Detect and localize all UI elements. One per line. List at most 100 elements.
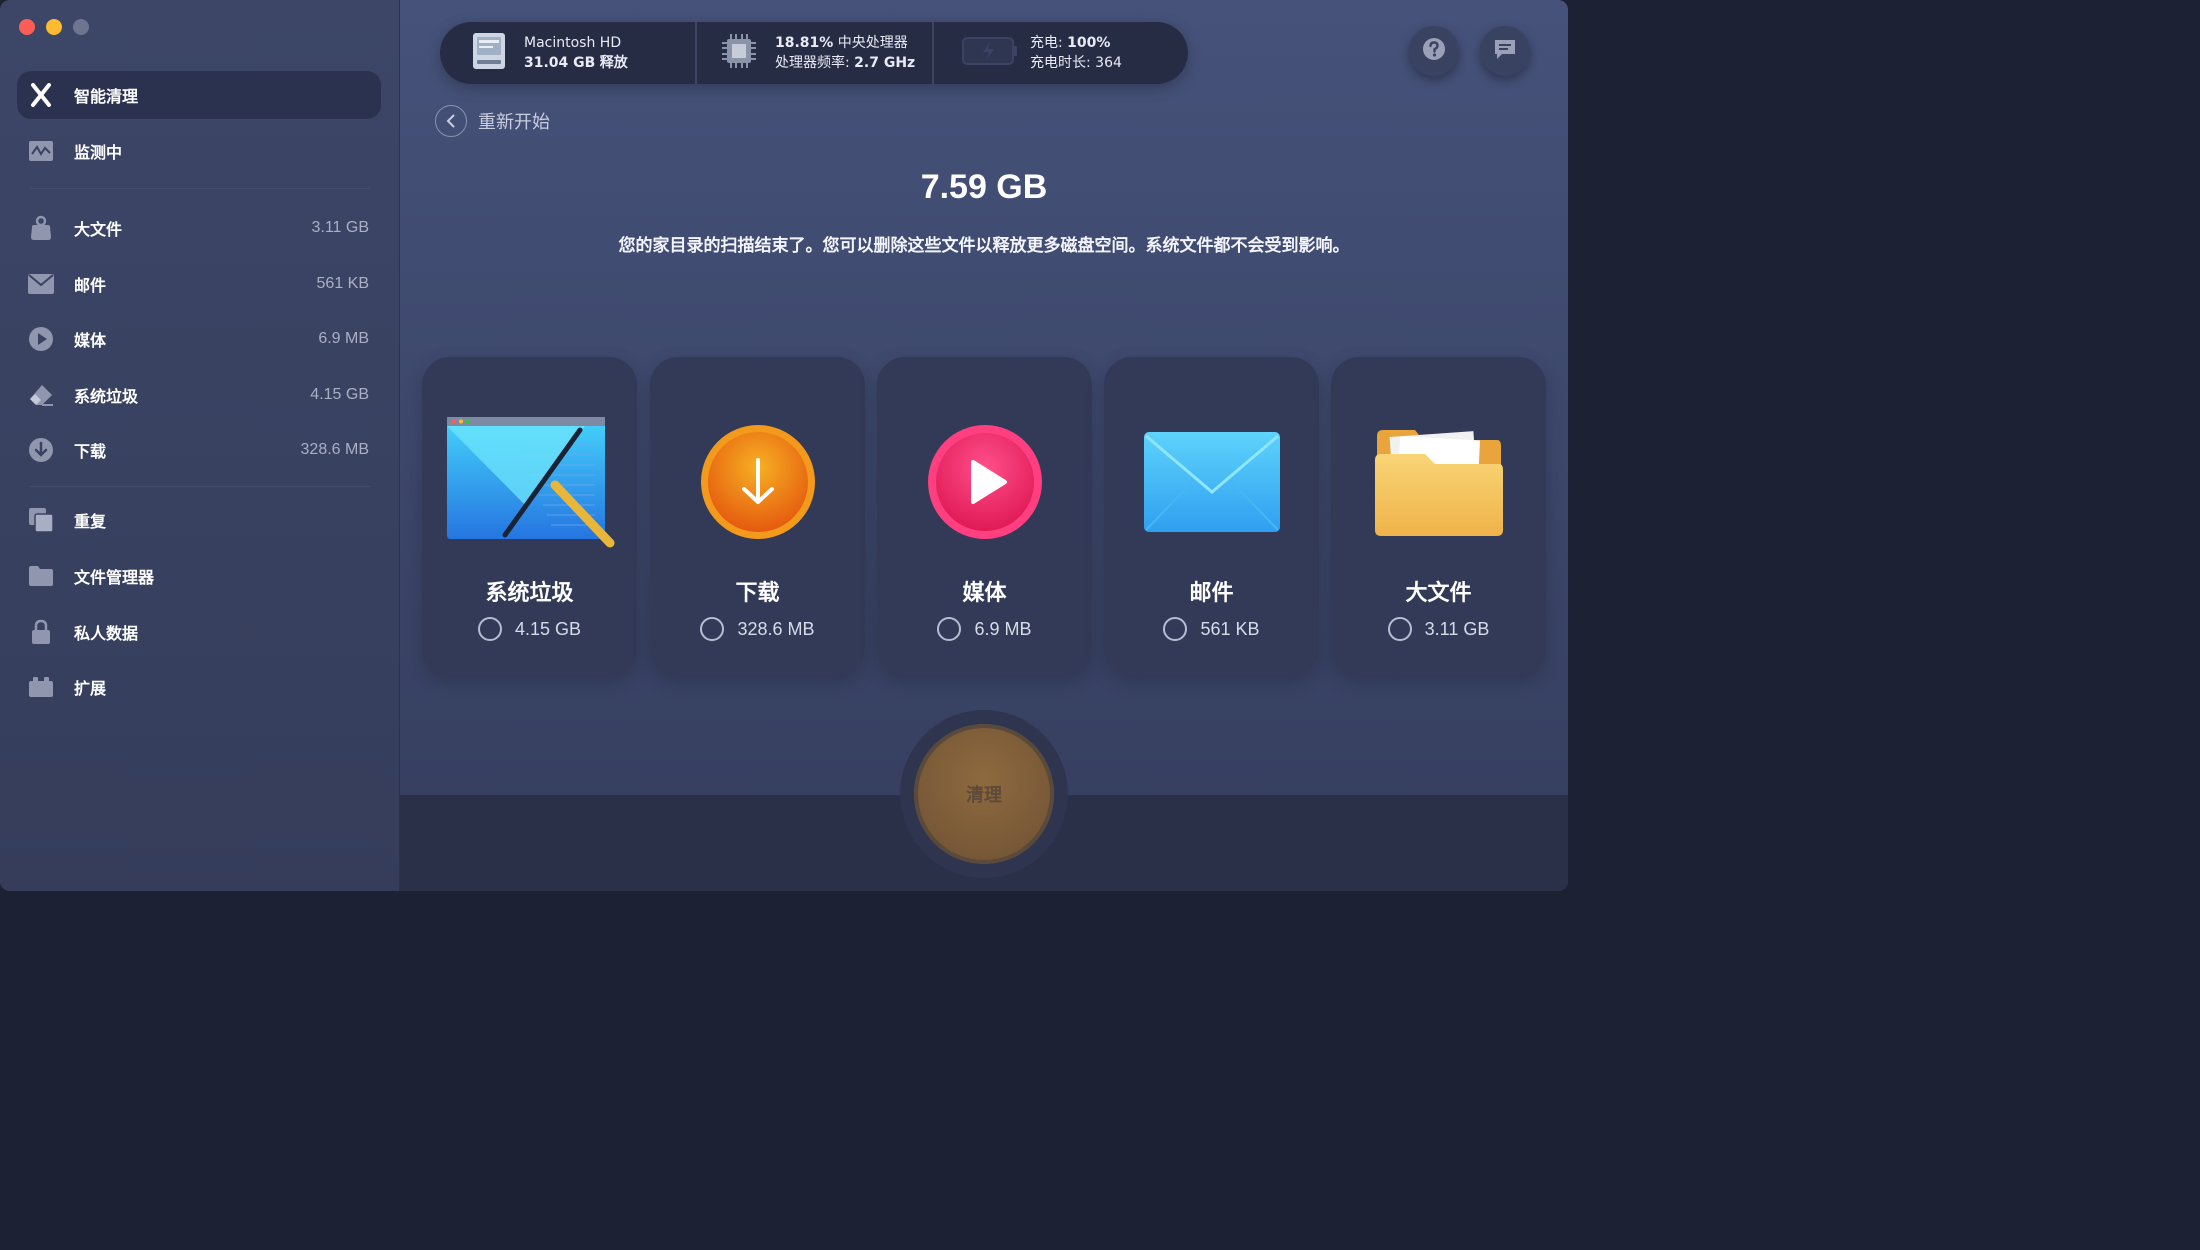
battery-charge-label: 充电: bbox=[1030, 35, 1063, 51]
card-title: 媒体 bbox=[962, 581, 1007, 606]
card-title: 邮件 bbox=[1189, 581, 1234, 606]
main-panel: Macintosh HD 31.04 GB 释放 18.81% 中央处理器 处理… bbox=[400, 0, 1568, 891]
sidebar-item-size: 3.11 GB bbox=[311, 219, 369, 236]
sidebar-item-monitoring[interactable]: 监测中 bbox=[17, 127, 381, 175]
eraser-icon bbox=[28, 382, 54, 408]
select-checkbox[interactable] bbox=[937, 617, 962, 641]
sidebar-item-smart-clean[interactable]: 智能清理 bbox=[17, 71, 381, 119]
sidebar-item-file-manager[interactable]: 文件管理器 bbox=[17, 552, 381, 600]
cpu-usage-label: 中央处理器 bbox=[837, 35, 908, 51]
sidebar-item-label: 系统垃圾 bbox=[74, 387, 139, 406]
play-icon bbox=[28, 326, 54, 352]
category-card-system-junk[interactable]: 系统垃圾 4.15 GB bbox=[422, 357, 637, 676]
restart-link[interactable]: 重新开始 bbox=[435, 105, 550, 137]
help-button[interactable] bbox=[1409, 26, 1459, 76]
cpu-freq-value: 2.7 GHz bbox=[854, 55, 916, 71]
card-title: 系统垃圾 bbox=[485, 581, 574, 606]
card-size: 3.11 GB bbox=[1424, 618, 1490, 639]
sidebar-item-label: 智能清理 bbox=[74, 87, 139, 106]
cpu-chip-icon bbox=[721, 33, 757, 73]
clean-button[interactable]: 清理 bbox=[914, 724, 1054, 864]
sidebar-item-label: 文件管理器 bbox=[74, 568, 155, 587]
question-icon bbox=[1422, 37, 1446, 65]
card-size: 6.9 MB bbox=[974, 618, 1032, 639]
minimize-window-button[interactable] bbox=[46, 19, 62, 35]
sidebar-item-label: 邮件 bbox=[74, 276, 107, 295]
sidebar-item-duplicates[interactable]: 重复 bbox=[17, 496, 381, 544]
select-checkbox[interactable] bbox=[1387, 617, 1412, 641]
sidebar-item-large-files[interactable]: 大文件 3.11 GB bbox=[17, 204, 381, 252]
sidebar-item-size: 328.6 MB bbox=[300, 441, 369, 458]
chat-bubble-icon bbox=[1493, 38, 1517, 64]
disk-name: Macintosh HD bbox=[524, 35, 622, 51]
select-checkbox[interactable] bbox=[1163, 617, 1188, 641]
battery-icon bbox=[962, 34, 1018, 72]
battery-time-value: 364 bbox=[1095, 55, 1122, 71]
system-status-bar: Macintosh HD 31.04 GB 释放 18.81% 中央处理器 处理… bbox=[440, 22, 1188, 84]
zoom-window-button[interactable] bbox=[73, 19, 89, 35]
sidebar-item-mail[interactable]: 邮件 561 KB bbox=[17, 260, 381, 308]
cpu-usage-value: 18.81% bbox=[775, 35, 834, 51]
disk-status[interactable]: Macintosh HD 31.04 GB 释放 bbox=[440, 22, 695, 84]
close-window-button[interactable] bbox=[19, 19, 35, 35]
scan-description: 您的家目录的扫描结束了。您可以删除这些文件以释放更多磁盘空间。系统文件都不会受到… bbox=[618, 236, 1350, 256]
folder-icon bbox=[28, 563, 54, 589]
sidebar-item-private-data[interactable]: 私人数据 bbox=[17, 608, 381, 656]
category-card-large-files[interactable]: 大文件 3.11 GB bbox=[1331, 357, 1546, 676]
battery-time-label: 充电时长: bbox=[1030, 55, 1091, 71]
x-logo-icon bbox=[28, 82, 54, 108]
select-checkbox[interactable] bbox=[700, 617, 725, 641]
download-icon bbox=[28, 437, 54, 463]
sidebar-item-extensions[interactable]: 扩展 bbox=[17, 663, 381, 711]
sidebar-item-label: 大文件 bbox=[74, 220, 123, 239]
battery-charge-value: 100% bbox=[1067, 35, 1111, 51]
sidebar-item-size: 561 KB bbox=[316, 275, 369, 292]
feedback-button[interactable] bbox=[1480, 26, 1530, 76]
card-size: 328.6 MB bbox=[737, 618, 815, 639]
restart-label: 重新开始 bbox=[478, 112, 550, 133]
mail-envelope-icon bbox=[1104, 407, 1319, 557]
app-window: 智能清理 监测中 大文件 3.11 GB 邮件 561 KB 媒体 6.9 MB… bbox=[0, 0, 1568, 891]
duplicate-icon bbox=[28, 507, 54, 533]
disk-free-label: 释放 bbox=[599, 55, 628, 71]
sidebar-item-label: 监测中 bbox=[74, 143, 123, 162]
sidebar: 智能清理 监测中 大文件 3.11 GB 邮件 561 KB 媒体 6.9 MB… bbox=[0, 0, 400, 891]
total-size: 7.59 GB bbox=[920, 168, 1048, 206]
weight-icon bbox=[28, 215, 54, 241]
category-card-mail[interactable]: 邮件 561 KB bbox=[1104, 357, 1319, 676]
sidebar-item-label: 媒体 bbox=[74, 331, 107, 350]
cpu-status[interactable]: 18.81% 中央处理器 处理器频率: 2.7 GHz bbox=[695, 22, 932, 84]
sidebar-item-system-junk[interactable]: 系统垃圾 4.15 GB bbox=[17, 371, 381, 419]
activity-monitor-icon bbox=[28, 138, 54, 164]
media-play-icon bbox=[877, 407, 1092, 557]
hard-drive-icon bbox=[472, 32, 506, 74]
sidebar-item-downloads[interactable]: 下载 328.6 MB bbox=[17, 426, 381, 474]
battery-status[interactable]: 充电: 100% 充电时长: 364 bbox=[932, 22, 1188, 84]
window-controls bbox=[19, 19, 89, 35]
card-title: 下载 bbox=[735, 581, 780, 606]
system-junk-icon bbox=[422, 407, 637, 557]
disk-free-value: 31.04 GB bbox=[524, 55, 596, 71]
chevron-left-icon bbox=[435, 105, 467, 137]
envelope-icon bbox=[28, 271, 54, 297]
sidebar-divider bbox=[30, 188, 370, 189]
sidebar-item-media[interactable]: 媒体 6.9 MB bbox=[17, 315, 381, 363]
folder-icon bbox=[1331, 407, 1546, 557]
sidebar-divider bbox=[30, 486, 370, 487]
sidebar-item-size: 6.9 MB bbox=[318, 330, 369, 347]
download-icon bbox=[650, 407, 865, 557]
sidebar-item-label: 私人数据 bbox=[74, 624, 139, 643]
clean-button-label: 清理 bbox=[966, 785, 1002, 806]
category-card-media[interactable]: 媒体 6.9 MB bbox=[877, 357, 1092, 676]
extension-icon bbox=[28, 674, 54, 700]
sidebar-item-label: 下载 bbox=[74, 442, 107, 461]
card-size: 4.15 GB bbox=[514, 618, 582, 639]
card-title: 大文件 bbox=[1405, 581, 1472, 606]
card-size: 561 KB bbox=[1200, 618, 1260, 639]
sidebar-item-label: 扩展 bbox=[74, 679, 107, 698]
sidebar-item-size: 4.15 GB bbox=[310, 386, 369, 403]
select-checkbox[interactable] bbox=[477, 617, 502, 641]
cpu-freq-label: 处理器频率: bbox=[775, 55, 850, 71]
category-card-downloads[interactable]: 下载 328.6 MB bbox=[650, 357, 865, 676]
sidebar-item-label: 重复 bbox=[74, 512, 107, 531]
